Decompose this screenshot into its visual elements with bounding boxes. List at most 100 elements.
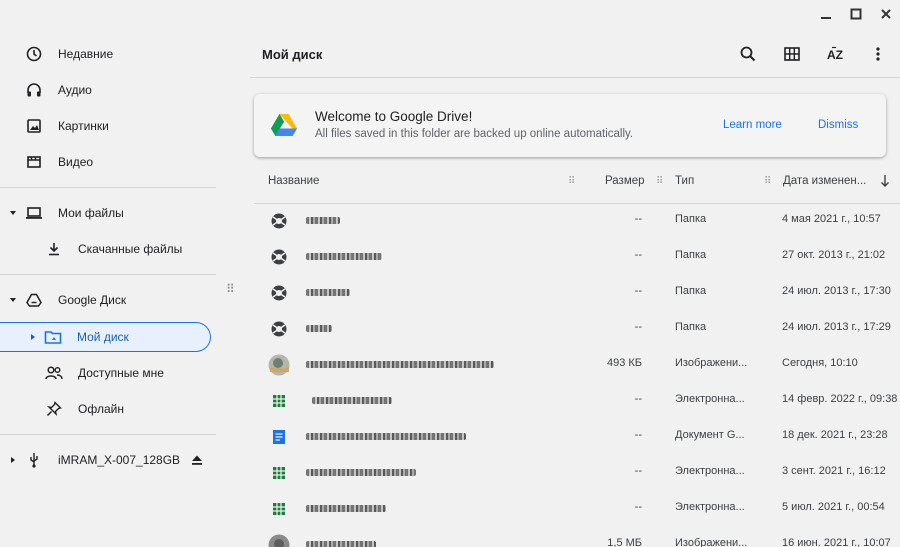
sidebar-item-label: Недавние	[58, 47, 114, 61]
sidebar-item-audio[interactable]: Аудио	[0, 75, 216, 105]
file-name-redacted	[306, 541, 376, 547]
shared-folder-icon	[270, 248, 288, 266]
window-controls	[818, 6, 894, 22]
file-size: 493 КБ	[606, 357, 642, 369]
column-header-type[interactable]: Тип	[675, 175, 694, 187]
sidebar-item-label: Скачанные файлы	[78, 242, 183, 256]
file-type: Документ G...	[675, 429, 745, 441]
expand-arrow-right-icon[interactable]	[9, 456, 17, 464]
minimize-icon[interactable]	[818, 6, 834, 22]
maximize-icon[interactable]	[848, 6, 864, 22]
sidebar-item-recent[interactable]: Недавние	[0, 39, 216, 69]
file-name-redacted	[306, 361, 494, 368]
file-type: Изображени...	[675, 357, 748, 369]
table-row[interactable]: 1,5 МБ Изображени... 16 июн. 2021 г., 10…	[254, 527, 900, 547]
video-icon	[25, 153, 43, 171]
sidebar-item-downloads[interactable]: Скачанные файлы	[0, 234, 216, 264]
file-name-redacted	[306, 433, 466, 440]
sidebar-item-label: Офлайн	[78, 402, 124, 416]
sort-az-icon[interactable]: AZ	[825, 44, 845, 64]
file-name-redacted	[306, 289, 350, 296]
column-header-size[interactable]: Размер	[605, 175, 645, 187]
sidebar-item-label: Видео	[58, 155, 94, 169]
table-row[interactable]: 493 КБ Изображени... Сегодня, 10:10	[254, 347, 900, 383]
google-drive-logo-icon	[270, 113, 298, 142]
expand-arrow-right-icon[interactable]	[29, 333, 37, 341]
file-date: 3 сент. 2021 г., 16:12	[782, 465, 886, 477]
spreadsheet-icon	[270, 500, 288, 518]
sidebar-item-shared-with-me[interactable]: Доступные мне	[0, 358, 216, 388]
table-row[interactable]: -- Папка 27 окт. 2013 г., 21:02	[254, 239, 900, 275]
table-row[interactable]: -- Электронна... 14 февр. 2022 г., 09:38	[254, 383, 900, 419]
file-date: 16 июн. 2021 г., 10:07	[782, 537, 891, 547]
sidebar-item-video[interactable]: Видео	[0, 147, 216, 177]
grid-view-icon[interactable]	[782, 44, 802, 64]
file-type: Электронна...	[675, 501, 745, 513]
column-resize-handle[interactable]: ⠿	[656, 176, 663, 187]
file-size: --	[634, 393, 642, 405]
table-row[interactable]: -- Электронна... 3 сент. 2021 г., 16:12	[254, 455, 900, 491]
table-row[interactable]: -- Документ G... 18 дек. 2021 г., 23:28	[254, 419, 900, 455]
column-resize-handle[interactable]: ⠿	[568, 176, 575, 187]
file-name-redacted	[306, 325, 332, 332]
table-row[interactable]: -- Папка 24 июл. 2013 г., 17:30	[254, 275, 900, 311]
file-date: 14 февр. 2022 г., 09:38	[782, 393, 898, 405]
file-size: --	[634, 465, 642, 477]
file-name-redacted	[306, 253, 382, 260]
expand-arrow-icon[interactable]	[9, 209, 17, 217]
file-date: 24 июл. 2013 г., 17:29	[782, 321, 891, 333]
svg-text:AZ: AZ	[827, 48, 843, 62]
file-size: --	[634, 429, 642, 441]
file-type: Папка	[675, 249, 707, 261]
close-icon[interactable]	[878, 6, 894, 22]
file-date: 18 дек. 2021 г., 23:28	[782, 429, 888, 441]
more-options-icon[interactable]	[868, 44, 888, 64]
people-icon	[45, 364, 63, 382]
table-row[interactable]: -- Папка 24 июл. 2013 г., 17:29	[254, 311, 900, 347]
file-type: Электронна...	[675, 393, 745, 405]
file-size: --	[634, 285, 642, 297]
sidebar-item-label: Картинки	[58, 119, 109, 133]
file-date: 24 июл. 2013 г., 17:30	[782, 285, 891, 297]
spreadsheet-icon	[270, 392, 288, 410]
column-header-date[interactable]: Дата изменен...	[783, 175, 866, 187]
sidebar-item-my-files[interactable]: Мои файлы	[0, 198, 216, 228]
table-row[interactable]: -- Электронна... 5 июл. 2021 г., 00:54	[254, 491, 900, 527]
table-row[interactable]: -- Папка 4 мая 2021 г., 10:57	[254, 203, 900, 239]
search-icon[interactable]	[738, 44, 758, 64]
file-date: 4 мая 2021 г., 10:57	[782, 213, 881, 225]
laptop-icon	[25, 204, 43, 222]
folder-drive-icon	[44, 328, 62, 346]
expand-arrow-icon[interactable]	[9, 296, 17, 304]
sidebar-item-google-drive[interactable]: Google Диск	[0, 285, 216, 315]
sidebar-item-label: Мой диск	[77, 330, 129, 344]
sidebar: Недавние Аудио Картинки Видео Мои файлы …	[0, 36, 216, 547]
sidebar-item-my-drive[interactable]: Мой диск	[0, 322, 211, 352]
image-thumbnail-icon	[268, 534, 290, 547]
sidebar-resize-handle[interactable]: ⠿	[226, 282, 235, 296]
welcome-banner: Welcome to Google Drive! All files saved…	[254, 94, 886, 157]
dismiss-button[interactable]: Dismiss	[818, 119, 858, 131]
file-size: 1,5 МБ	[607, 537, 642, 547]
page-title: Мой диск	[262, 47, 323, 62]
eject-icon[interactable]	[188, 451, 206, 469]
sidebar-item-label: Аудио	[58, 83, 92, 97]
column-resize-handle[interactable]: ⠿	[764, 176, 771, 187]
sidebar-divider	[0, 274, 216, 275]
document-icon	[270, 428, 288, 446]
file-list-header: Название ⠿ Размер ⠿ Тип ⠿ Дата изменен..…	[254, 168, 900, 204]
file-size: --	[634, 501, 642, 513]
file-name-redacted	[306, 505, 386, 512]
file-type: Папка	[675, 285, 707, 297]
sidebar-item-offline[interactable]: Офлайн	[0, 394, 216, 424]
file-name-redacted	[306, 217, 340, 224]
file-date: 5 июл. 2021 г., 00:54	[782, 501, 885, 513]
column-header-name[interactable]: Название	[268, 175, 319, 187]
file-name-redacted	[312, 397, 392, 404]
sort-descending-arrow-icon[interactable]	[880, 174, 890, 191]
banner-title: Welcome to Google Drive!	[315, 109, 473, 124]
sidebar-item-images[interactable]: Картинки	[0, 111, 216, 141]
sidebar-item-usb-drive[interactable]: iMRAM_X-007_128GB	[0, 445, 216, 475]
file-type: Папка	[675, 321, 707, 333]
learn-more-link[interactable]: Learn more	[723, 119, 782, 131]
